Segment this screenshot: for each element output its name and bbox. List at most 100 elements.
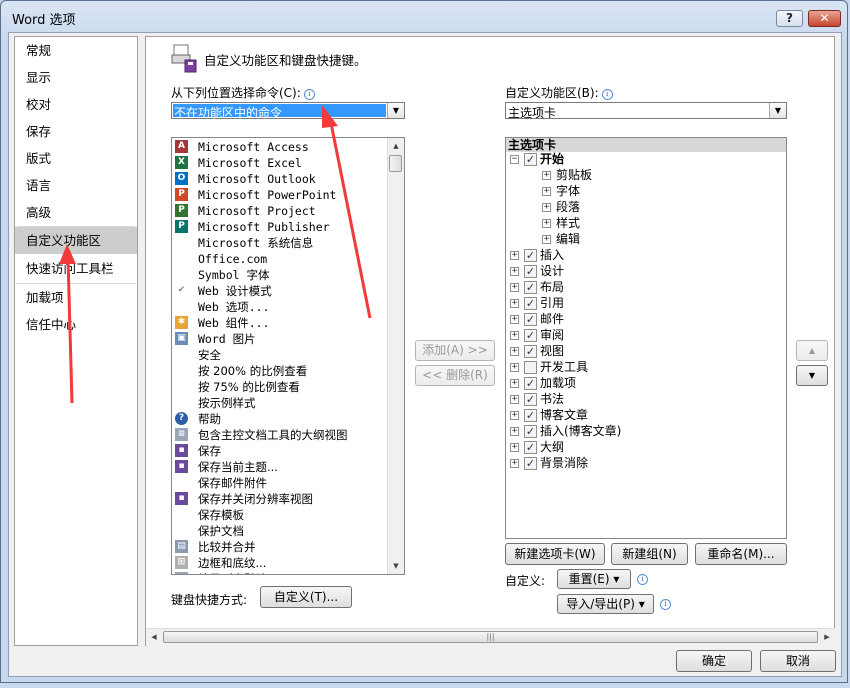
tab-checkbox[interactable]: ✓ <box>524 409 537 422</box>
nav-item-save[interactable]: 保存 <box>15 118 137 145</box>
scroll-thumb[interactable] <box>389 155 402 172</box>
expand-icon[interactable]: + <box>510 283 519 292</box>
command-list-item[interactable]: ⊞ 边框和底纹... <box>172 555 390 571</box>
command-list-item[interactable]: ▪ 保存当前主题... <box>172 459 390 475</box>
command-list-item[interactable]: ✔ Web 设计模式 <box>172 283 390 299</box>
command-list-item[interactable]: X Microsoft Excel <box>172 155 390 171</box>
ribbon-tab-item[interactable]: 开发工具 <box>540 359 588 375</box>
command-list-item[interactable]: ▤ 比较并合并 <box>172 539 390 555</box>
cancel-button[interactable]: 取消 <box>760 650 836 672</box>
help-button[interactable]: ? <box>776 10 803 27</box>
nav-item-general[interactable]: 常规 <box>15 37 137 64</box>
scroll-up-icon[interactable]: ▲ <box>388 138 404 154</box>
move-down-button[interactable]: ▼ <box>796 365 828 386</box>
command-list-item[interactable]: 保护文档 <box>172 523 390 539</box>
command-list-item[interactable]: Office.com <box>172 251 390 267</box>
ribbon-tab-item[interactable]: 设计 <box>540 263 564 279</box>
rename-button[interactable]: 重命名(M)... <box>695 543 787 565</box>
expand-icon[interactable]: + <box>510 331 519 340</box>
customize-shortcuts-button[interactable]: 自定义(T)... <box>260 586 352 608</box>
ribbon-tab-item[interactable]: 加载项 <box>540 375 576 391</box>
command-list-item[interactable]: 按示例样式 <box>172 395 390 411</box>
expand-icon[interactable]: + <box>510 267 519 276</box>
command-list-item[interactable]: ▣ Word 图片 <box>172 331 390 347</box>
ribbon-tab-item[interactable]: 视图 <box>540 343 564 359</box>
command-list-item[interactable]: ≡ 包含主控文档工具的大纲视图 <box>172 427 390 443</box>
remove-button[interactable]: << 删除(R) <box>415 365 495 386</box>
expand-icon[interactable]: + <box>510 459 519 468</box>
move-up-button[interactable]: ▲ <box>796 340 828 361</box>
choose-commands-dropdown[interactable]: 不在功能区中的命令 ▼ <box>171 102 405 120</box>
expand-icon[interactable]: + <box>510 395 519 404</box>
expand-icon[interactable]: + <box>510 379 519 388</box>
ribbon-tab-item[interactable]: 布局 <box>540 279 564 295</box>
nav-item-customize-ribbon[interactable]: 自定义功能区 <box>15 227 137 254</box>
expand-icon[interactable]: + <box>510 443 519 452</box>
dropdown-arrow-icon[interactable]: ▼ <box>769 103 786 118</box>
scroll-down-icon[interactable]: ▼ <box>388 558 404 574</box>
ok-button[interactable]: 确定 <box>676 650 752 672</box>
command-list-item[interactable]: 保存邮件附件 <box>172 475 390 491</box>
nav-item-display[interactable]: 显示 <box>15 64 137 91</box>
command-list-item[interactable]: ≡ 编号列表默认 <box>172 571 390 574</box>
expand-icon[interactable]: + <box>542 187 551 196</box>
commands-scrollbar[interactable]: ▲ ▼ <box>387 138 404 574</box>
expand-icon[interactable]: + <box>542 219 551 228</box>
tab-checkbox[interactable]: ✓ <box>524 457 537 470</box>
reset-button[interactable]: 重置(E) ▾ <box>557 569 631 589</box>
nav-item-language[interactable]: 语言 <box>15 172 137 199</box>
ribbon-tab-item[interactable]: 开始 <box>540 151 564 167</box>
command-list-item[interactable]: Microsoft 系统信息 <box>172 235 390 251</box>
command-list-item[interactable]: Web 选项... <box>172 299 390 315</box>
tab-checkbox[interactable]: ✓ <box>524 377 537 390</box>
scroll-left-icon[interactable]: ◀ <box>146 629 162 646</box>
ribbon-tab-item[interactable]: 插入 <box>540 247 564 263</box>
nav-item-typography[interactable]: 版式 <box>15 145 137 172</box>
nav-item-addins[interactable]: 加载项 <box>15 284 137 311</box>
ribbon-tab-item[interactable]: 邮件 <box>540 311 564 327</box>
horizontal-scrollbar[interactable]: ◀ ||| ▶ <box>146 628 835 646</box>
nav-item-quick-access-toolbar[interactable]: 快速访问工具栏 <box>15 255 137 282</box>
expand-icon[interactable]: + <box>542 171 551 180</box>
import-export-button[interactable]: 导入/导出(P) ▾ <box>557 594 654 614</box>
expand-icon[interactable]: + <box>542 235 551 244</box>
expand-icon[interactable]: + <box>542 203 551 212</box>
command-list-item[interactable]: O Microsoft Outlook <box>172 171 390 187</box>
collapse-icon[interactable]: − <box>510 155 519 164</box>
command-list-item[interactable]: ? 帮助 <box>172 411 390 427</box>
tab-checkbox[interactable]: ✓ <box>524 153 537 166</box>
command-list-item[interactable]: 安全 <box>172 347 390 363</box>
expand-icon[interactable]: + <box>510 411 519 420</box>
tab-checkbox[interactable]: ✓ <box>524 313 537 326</box>
nav-item-advanced[interactable]: 高级 <box>15 199 137 226</box>
ribbon-tab-item[interactable]: 插入(博客文章) <box>540 423 621 439</box>
tab-checkbox[interactable]: ✓ <box>524 393 537 406</box>
tab-checkbox[interactable]: ✓ <box>524 265 537 278</box>
new-group-button[interactable]: 新建组(N) <box>611 543 688 565</box>
command-list-item[interactable]: ▪ 保存并关闭分辨率视图 <box>172 491 390 507</box>
commands-listbox[interactable]: ≡ 编号列表默认 ⊞ 边框和底纹... ▤ 比较并合并 保护文档 保存模板 ▪ 保存并关闭分辨率视… <box>171 137 405 575</box>
ribbon-tab-item[interactable]: 审阅 <box>540 327 564 343</box>
ribbon-tab-item[interactable]: 书法 <box>540 391 564 407</box>
expand-icon[interactable]: + <box>510 363 519 372</box>
expand-icon[interactable]: + <box>510 299 519 308</box>
expand-icon[interactable]: + <box>510 315 519 324</box>
dropdown-arrow-icon[interactable]: ▼ <box>387 103 404 118</box>
ribbon-tab-item[interactable]: 大纲 <box>540 439 564 455</box>
tab-checkbox[interactable]: ✓ <box>524 249 537 262</box>
tab-checkbox[interactable] <box>524 361 537 374</box>
ribbon-tabs-dropdown[interactable]: 主选项卡 ▼ <box>505 102 787 120</box>
tab-checkbox[interactable]: ✓ <box>524 425 537 438</box>
add-button[interactable]: 添加(A) >> <box>415 340 495 361</box>
ribbon-tab-item[interactable]: 博客文章 <box>540 407 588 423</box>
command-list-item[interactable]: A Microsoft Access <box>172 139 390 155</box>
nav-item-proofing[interactable]: 校对 <box>15 91 137 118</box>
ribbon-group-item[interactable]: 字体 <box>556 183 580 199</box>
nav-item-trust-center[interactable]: 信任中心 <box>15 311 137 338</box>
new-tab-button[interactable]: 新建选项卡(W) <box>505 543 605 565</box>
ribbon-group-item[interactable]: 编辑 <box>556 231 580 247</box>
command-list-item[interactable]: 按 75% 的比例查看 <box>172 379 390 395</box>
command-list-item[interactable]: P Microsoft Project <box>172 203 390 219</box>
expand-icon[interactable]: + <box>510 427 519 436</box>
tab-checkbox[interactable]: ✓ <box>524 281 537 294</box>
